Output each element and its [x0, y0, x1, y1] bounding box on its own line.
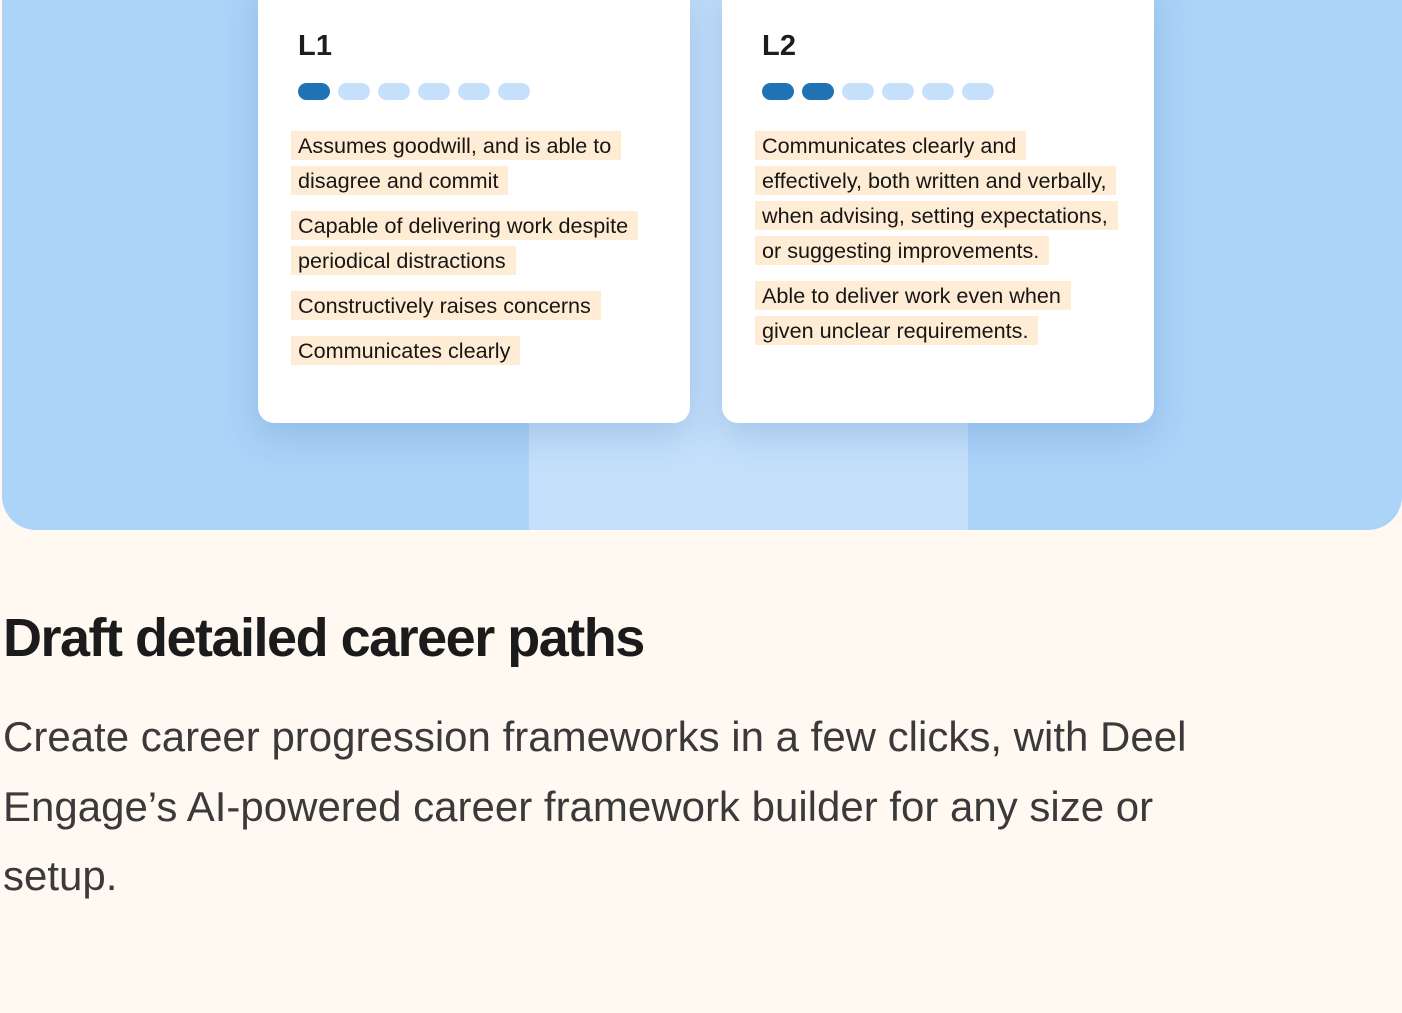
behavior-text: Communicates clearly and effectively, bo…: [755, 131, 1118, 265]
behavior-item: Able to deliver work even when given unc…: [755, 278, 1115, 348]
behavior-text: Communicates clearly: [291, 336, 521, 365]
level-dot: [842, 83, 874, 100]
behavior-item: Communicates clearly: [291, 333, 651, 368]
behavior-text: Assumes goodwill, and is able to disagre…: [291, 131, 622, 195]
level-card-l1: L1 Assumes goodwill, and is able to disa…: [258, 0, 690, 423]
behavior-text: Able to deliver work even when given unc…: [755, 281, 1071, 345]
hero-illustration: [2, 0, 1402, 530]
level-dot: [418, 83, 450, 100]
level-dot: [458, 83, 490, 100]
level-indicator: [298, 83, 530, 100]
level-card-l2: L2 Communicates clearly and effectively,…: [722, 0, 1154, 423]
behavior-list: Assumes goodwill, and is able to disagre…: [291, 128, 683, 368]
level-dot: [802, 83, 834, 100]
behavior-item: Capable of delivering work despite perio…: [291, 208, 651, 278]
level-dot: [338, 83, 370, 100]
section-description: Create career progression frameworks in …: [3, 713, 1187, 899]
level-dot: [298, 83, 330, 100]
behavior-text: Constructively raises concerns: [291, 291, 601, 320]
level-dot: [922, 83, 954, 100]
level-dot: [962, 83, 994, 100]
behavior-item: Assumes goodwill, and is able to disagre…: [291, 128, 651, 198]
behavior-item: Constructively raises concerns: [291, 288, 651, 323]
level-dot: [762, 83, 794, 100]
level-dot: [378, 83, 410, 100]
behavior-item: Communicates clearly and effectively, bo…: [755, 128, 1118, 268]
behavior-list: Communicates clearly and effectively, bo…: [755, 128, 1147, 348]
section-headline: Draft detailed career paths: [3, 608, 645, 668]
behavior-text: Capable of delivering work despite perio…: [291, 211, 639, 275]
level-title: L2: [762, 30, 797, 62]
level-title: L1: [298, 30, 333, 62]
level-dot: [882, 83, 914, 100]
level-dot: [498, 83, 530, 100]
level-indicator: [762, 83, 994, 100]
